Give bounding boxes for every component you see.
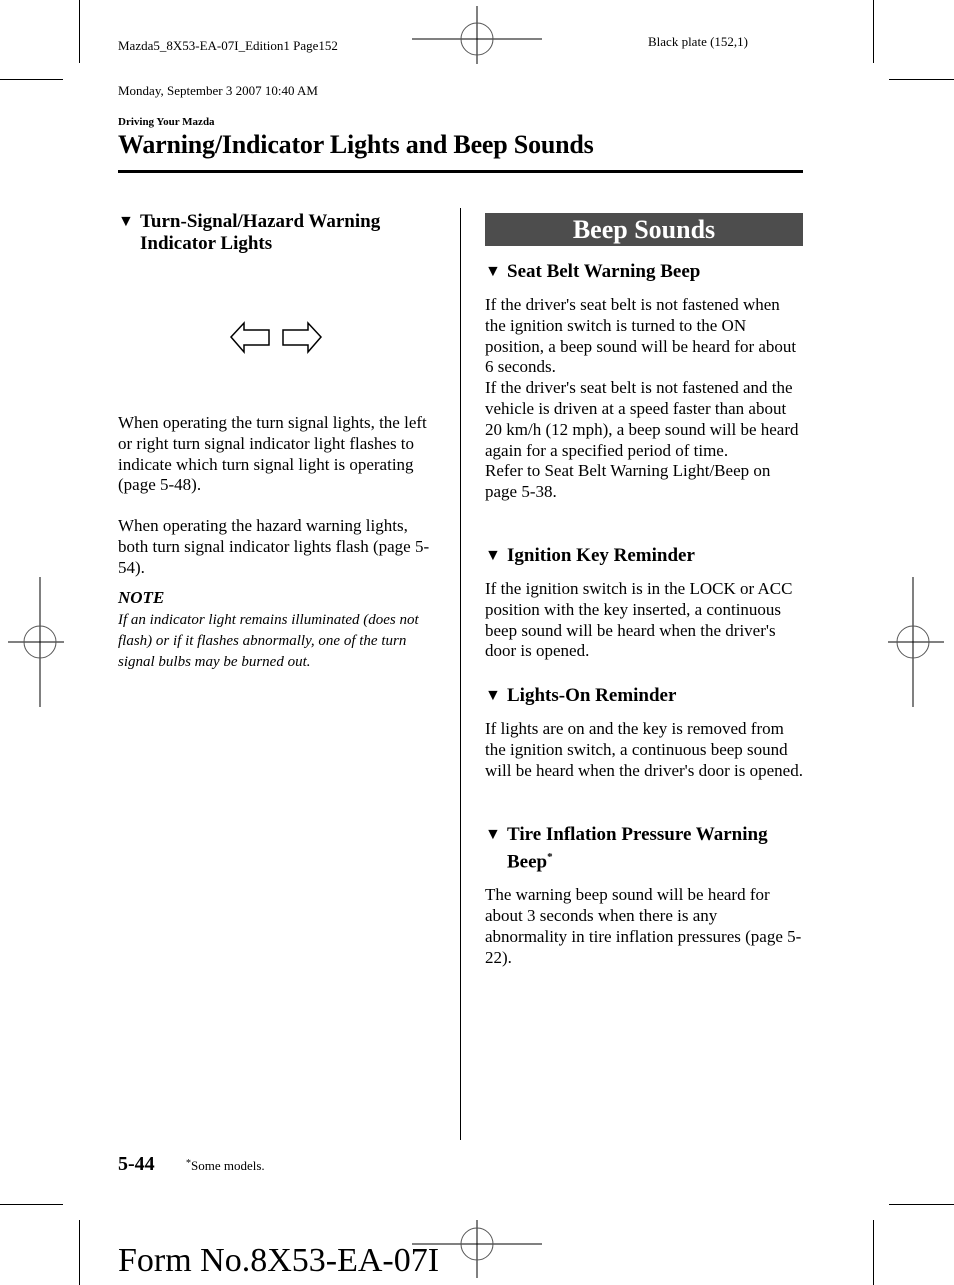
section-label: Driving Your Mazda [118, 116, 215, 128]
form-number: Form No.8X53-EA-07I [118, 1242, 440, 1279]
left-turn-arrow-icon [229, 321, 270, 355]
note-title: NOTE [118, 588, 165, 607]
crop-mark [889, 1204, 954, 1205]
title-rule [118, 170, 803, 173]
triangle-marker-icon: ▼ [485, 547, 501, 564]
crop-mark [0, 79, 63, 80]
turn-signal-paragraph-1: When operating the turn signal lights, t… [118, 413, 427, 495]
some-models-asterisk-icon: * [547, 851, 553, 863]
triangle-marker-icon: ▼ [485, 263, 501, 280]
crop-mark [873, 0, 874, 63]
tire-pressure-section: ▼ Tire Inflation Pressure Warning Beep* … [485, 824, 803, 969]
beep-sounds-banner: Beep Sounds [485, 213, 803, 246]
plate-label: Black plate (152,1) [648, 34, 748, 49]
left-column: ▼ Turn-Signal/Hazard Warning Indicator L… [118, 211, 438, 255]
triangle-marker-icon: ▼ [485, 826, 501, 843]
note-body: If an indicator light remains illuminate… [118, 612, 419, 670]
heading-text: Tire Inflation Pressure Warning Beep [507, 824, 768, 873]
right-turn-arrow-icon [282, 321, 323, 355]
registration-mark-right [888, 577, 944, 707]
registration-mark-left [8, 577, 64, 707]
lights-on-heading: ▼ Lights-On Reminder [485, 685, 803, 707]
heading-text: Lights-On Reminder [507, 685, 677, 706]
lights-on-paragraph: If lights are on and the key is removed … [485, 719, 803, 780]
turn-signal-paragraph-2: When operating the hazard warning lights… [118, 516, 430, 577]
print-job-timestamp: Monday, September 3 2007 10:40 AM [118, 83, 318, 98]
ignition-key-paragraph: If the ignition switch is in the LOCK or… [485, 579, 793, 661]
crop-mark [889, 79, 954, 80]
page-title: Warning/Indicator Lights and Beep Sounds [118, 130, 594, 159]
tire-pressure-heading: ▼ Tire Inflation Pressure Warning Beep* [485, 824, 803, 873]
crop-mark [79, 1220, 80, 1285]
footnote: *Some models. [186, 1158, 265, 1174]
heading-text: Seat Belt Warning Beep [507, 261, 701, 282]
ignition-key-heading: ▼ Ignition Key Reminder [485, 545, 803, 567]
print-job-info: Mazda5_8X53-EA-07I_Edition1 Page152 Mond… [118, 8, 338, 113]
print-job-file: Mazda5_8X53-EA-07I_Edition1 Page152 [118, 38, 338, 53]
ignition-key-section: ▼ Ignition Key Reminder If the ignition … [485, 545, 803, 662]
seat-belt-paragraph-2: If the driver's seat belt is not fastene… [485, 378, 799, 460]
tire-pressure-paragraph: The warning beep sound will be heard for… [485, 885, 802, 967]
seat-belt-section: ▼ Seat Belt Warning Beep If the driver's… [485, 261, 803, 503]
heading-text: Ignition Key Reminder [507, 545, 695, 566]
column-divider [460, 208, 461, 1140]
footnote-text: Some models. [191, 1158, 265, 1173]
crop-mark [79, 0, 80, 63]
triangle-marker-icon: ▼ [485, 687, 501, 704]
crop-mark [0, 1204, 63, 1205]
triangle-marker-icon: ▼ [118, 213, 134, 230]
turn-signal-heading: ▼ Turn-Signal/Hazard Warning Indicator L… [118, 211, 438, 255]
seat-belt-paragraph-3: Refer to Seat Belt Warning Light/Beep on… [485, 461, 771, 502]
heading-text: Turn-Signal/Hazard Warning Indicator Lig… [140, 211, 381, 254]
registration-mark-top [412, 6, 542, 64]
turn-signal-indicator-illustration [229, 321, 323, 355]
seat-belt-paragraph-1: If the driver's seat belt is not fastene… [485, 295, 797, 377]
seat-belt-heading: ▼ Seat Belt Warning Beep [485, 261, 803, 283]
lights-on-section: ▼ Lights-On Reminder If lights are on an… [485, 685, 803, 781]
crop-mark [873, 1220, 874, 1285]
page-number: 5-44 [118, 1153, 155, 1175]
